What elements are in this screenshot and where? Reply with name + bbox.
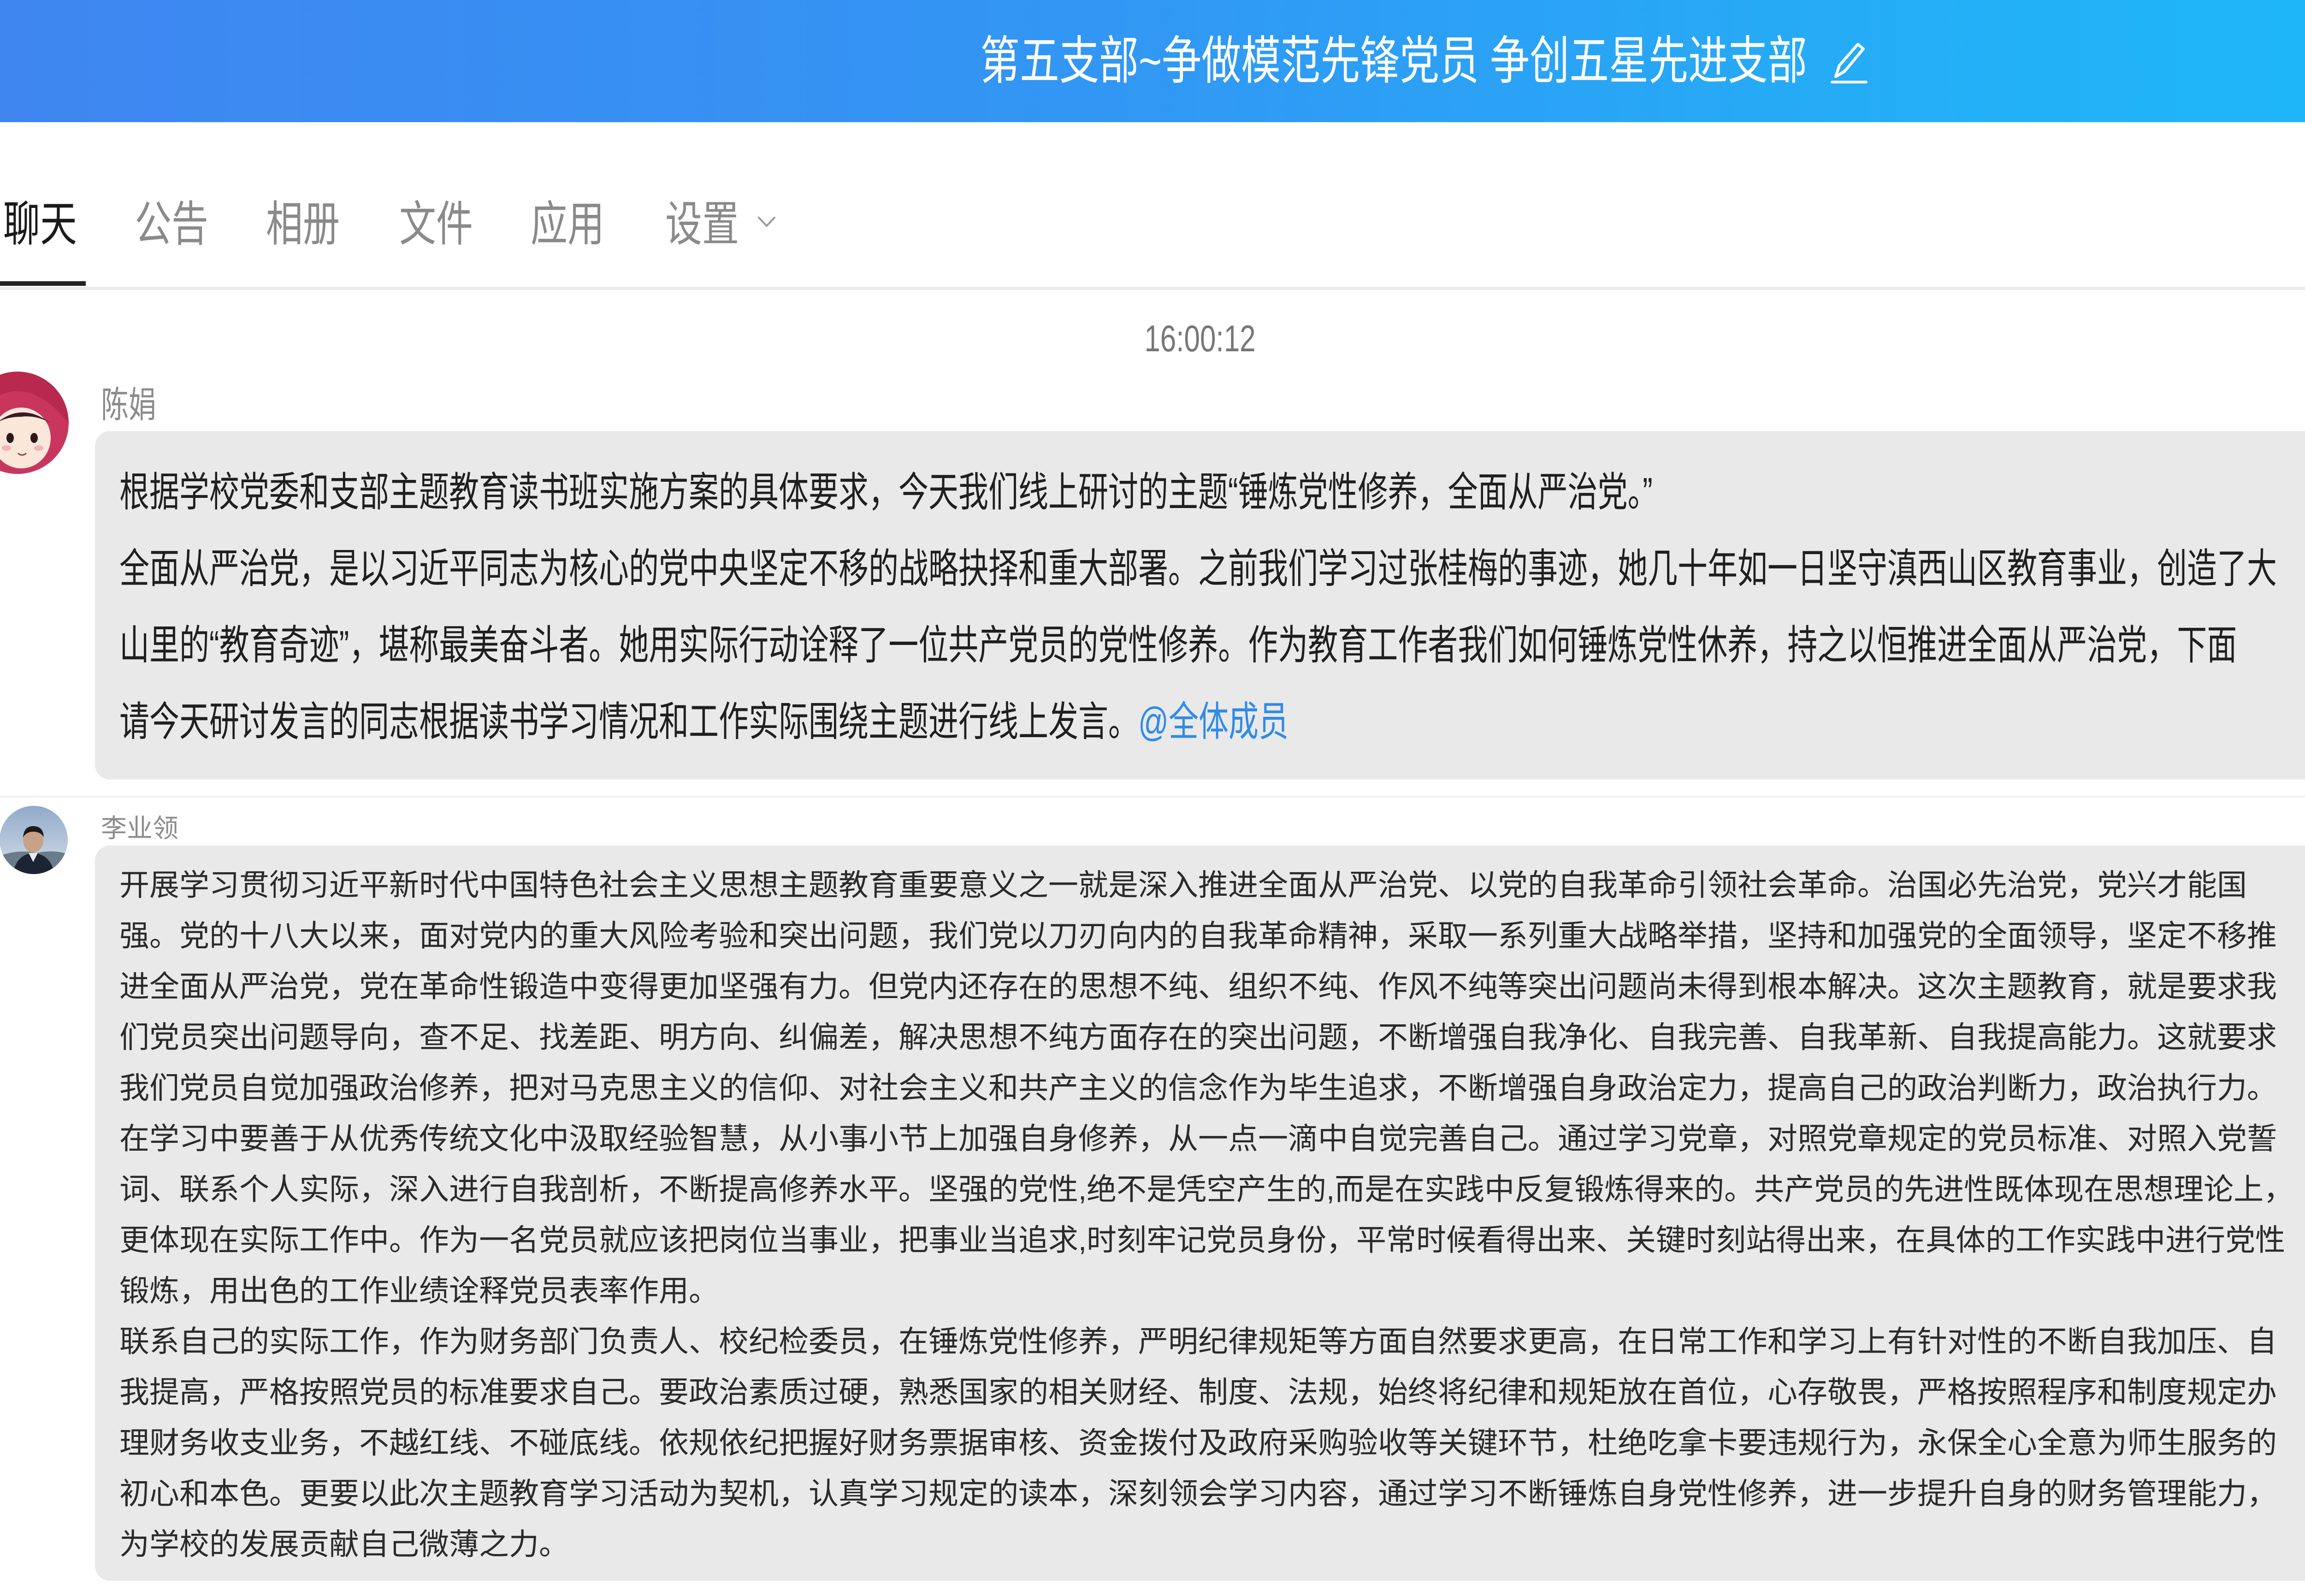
tab-files[interactable]: 文件: [399, 189, 473, 260]
message-line: 更体现在实际工作中。作为一名党员就应该把岗位当事业，把事业当追求,时刻牢记党员身…: [119, 1223, 2286, 1257]
message-line: 联系自己的实际工作，作为财务部门负责人、校纪检委员，在锤炼党性修养，严明纪律规矩…: [119, 1324, 2277, 1358]
tab-album[interactable]: 相册: [266, 189, 340, 260]
tab-divider: [0, 287, 2305, 290]
message-line: 初心和本色。更要以此次主题教育学习活动为契机，认真学习规定的读本，深刻领会学习内…: [119, 1477, 2277, 1510]
tab-chat[interactable]: 聊天: [3, 189, 77, 260]
message-text: 请今天研讨发言的同志根据读书学习情况和工作实际围绕主题进行线上发言。: [119, 698, 1139, 745]
message-line: 强。党的十八大以来，面对党内的重大风险考验和突出问题，我们党以刀刃向内的自我革命…: [119, 919, 2277, 952]
group-title: 第五支部~争做模范先锋党员 争创五星先进支部: [980, 32, 1808, 90]
chevron-down-icon[interactable]: [756, 213, 777, 231]
mention-all-members-link[interactable]: @全体成员: [1138, 699, 1288, 745]
message-line: 进全面从严治党，党在革命性锻造中变得更加坚强有力。但党内还存在的思想不纯、组织不…: [119, 969, 2277, 1003]
message-line: 们党员突出问题导向，查不足、找差距、明方向、纠偏差，解决思想不纯方面存在的突出问…: [119, 1020, 2277, 1054]
message-timestamp: 16:00:12: [1144, 318, 1256, 360]
pencil-icon[interactable]: [1829, 38, 1869, 86]
man-photo-avatar[interactable]: [0, 805, 69, 875]
message-line: 我们党员自觉加强政治修养，把对马克思主义的信仰、对社会主义和共产主义的信念作为毕…: [119, 1071, 2277, 1105]
sender-name: 陈娟: [101, 384, 156, 425]
tab-apps[interactable]: 应用: [531, 189, 604, 260]
tab-settings[interactable]: 设置: [665, 189, 739, 260]
message-separator: [0, 796, 2305, 798]
message-line: 词、联系个人实际，深入进行自我剖析，不断提高修养水平。坚强的党性,绝不是凭空产生…: [119, 1172, 2294, 1206]
message-line: 在学习中要善于从优秀传统文化中汲取经验智慧，从小事小节上加强自身修养，从一点一滴…: [119, 1122, 2277, 1155]
group-header-bar: 第五支部~争做模范先锋党员 争创五星先进支部: [0, 0, 2305, 122]
cartoon-girl-avatar[interactable]: [0, 369, 74, 475]
message-bubble: 开展学习贯彻习近平新时代中国特色社会主义思想主题教育重要意义之一就是深入推进全面…: [95, 845, 2305, 1581]
message-line: 为学校的发展贡献自己微薄之力。: [119, 1527, 569, 1561]
message-line: 锻炼，用出色的工作业绩诠释党员表率作用。: [119, 1274, 719, 1307]
message-line: 开展学习贯彻习近平新时代中国特色社会主义思想主题教育重要意义之一就是深入推进全面…: [119, 868, 2247, 902]
message-bubble: 根据学校党委和支部主题教育读书班实施方案的具体要求，今天我们线上研讨的主题“锤炼…: [95, 431, 2305, 780]
message-line: 理财务收支业务，不越红线、不碰底线。依规依纪把握好财务票据审核、资金拨付及政府采…: [119, 1426, 2277, 1460]
active-tab-indicator: [0, 281, 86, 286]
tab-announcements[interactable]: 公告: [135, 189, 208, 260]
sender-name: 李业领: [101, 814, 178, 843]
message-line: 我提高，严格按照党员的标准要求自己。要政治素质过硬，熟悉国家的相关财经、制度、法…: [119, 1375, 2277, 1409]
